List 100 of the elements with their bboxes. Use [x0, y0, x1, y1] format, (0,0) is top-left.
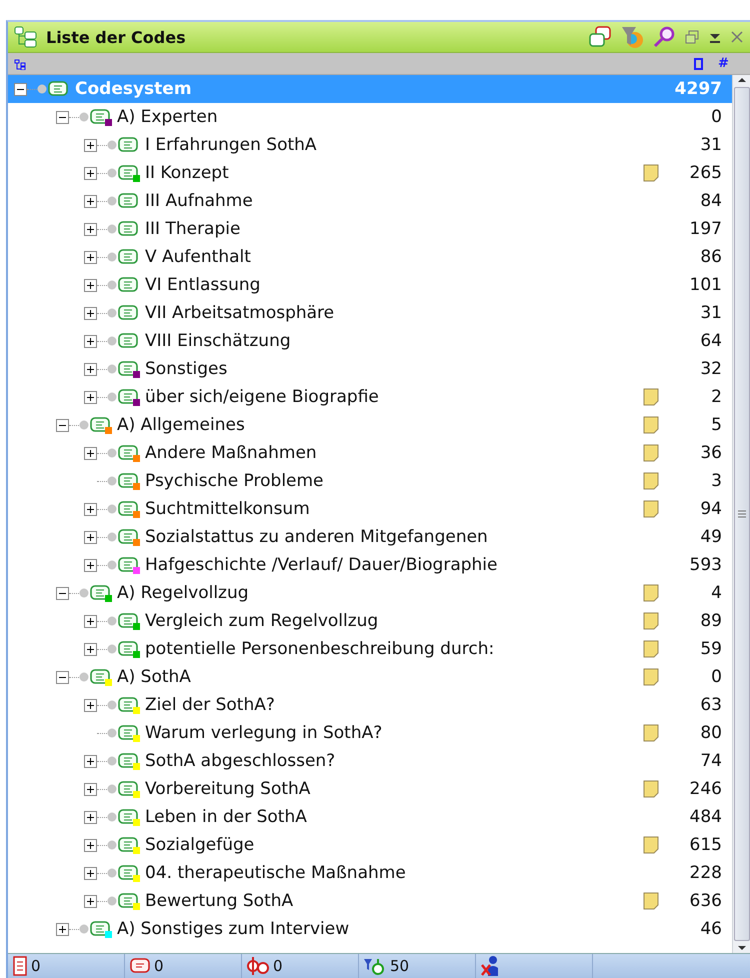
code-count: 49	[699, 527, 722, 547]
expand-icon[interactable]	[84, 558, 97, 572]
bullet-icon	[107, 616, 117, 626]
code-icon	[89, 416, 113, 434]
tree-row[interactable]: Ziel der SothA? 63	[8, 691, 732, 719]
count-column-header[interactable]: #	[718, 56, 744, 71]
tree-row[interactable]: VIII Einschätzung 64	[8, 327, 732, 355]
expand-icon[interactable]	[84, 194, 97, 208]
bullet-icon	[107, 896, 117, 906]
tree-row[interactable]: Vorbereitung SothA 246	[8, 775, 732, 803]
tree-row[interactable]: über sich/eigene Biograpfie 2	[8, 383, 732, 411]
code-label: Ziel der SothA?	[145, 695, 276, 715]
bullet-icon	[107, 336, 117, 346]
code-count: 31	[699, 303, 722, 323]
expand-icon[interactable]	[84, 894, 97, 908]
collapse-icon[interactable]	[56, 586, 69, 600]
bullet-icon	[107, 868, 117, 878]
code-sets-icon[interactable]	[588, 25, 612, 49]
collapse-icon[interactable]	[56, 110, 69, 124]
code-count: 197	[688, 219, 722, 239]
tree-row[interactable]: 04. therapeutische Maßnahme 228	[8, 859, 732, 887]
code-count: 101	[688, 275, 722, 295]
expand-icon[interactable]	[84, 866, 97, 880]
bullet-icon	[107, 560, 117, 570]
tree-row[interactable]: Sonstiges 32	[8, 355, 732, 383]
bullet-icon	[107, 700, 117, 710]
tree-row[interactable]: A) Experten 0	[8, 103, 732, 131]
expand-icon[interactable]	[84, 446, 97, 460]
code-label: III Therapie	[145, 219, 242, 239]
code-count: 4297	[674, 79, 722, 99]
tree-icon[interactable]	[14, 58, 26, 70]
code-count: 4	[710, 583, 722, 603]
expand-icon[interactable]	[84, 698, 97, 712]
code-label: A) Allgemeines	[117, 415, 246, 435]
tree-row[interactable]: VII Arbeitsatmosphäre 31	[8, 299, 732, 327]
expand-icon[interactable]	[84, 614, 97, 628]
tree-row[interactable]: Bewertung SothA 636	[8, 887, 732, 915]
collapse-icon[interactable]	[56, 670, 69, 684]
tree-row[interactable]: III Aufnahme 84	[8, 187, 732, 215]
status-count: 50	[390, 957, 410, 975]
tree-row[interactable]: Andere Maßnahmen 36	[8, 439, 732, 467]
expand-icon[interactable]	[84, 754, 97, 768]
expand-icon[interactable]	[84, 810, 97, 824]
expand-icon[interactable]	[84, 838, 97, 852]
tree-row[interactable]: SothA abgeschlossen? 74	[8, 747, 732, 775]
bullet-icon	[107, 728, 117, 738]
expand-icon[interactable]	[56, 922, 69, 936]
tree-row[interactable]: II Konzept 265	[8, 159, 732, 187]
expand-icon[interactable]	[84, 782, 97, 796]
tree-row[interactable]: A) Regelvollzug 4	[8, 579, 732, 607]
code-icon	[117, 808, 141, 826]
code-count: 0	[710, 667, 722, 687]
close-icon[interactable]	[730, 30, 744, 44]
tree-row[interactable]: III Therapie 197	[8, 215, 732, 243]
search-icon[interactable]	[652, 25, 676, 49]
expand-icon[interactable]	[84, 502, 97, 516]
bullet-icon	[107, 504, 117, 514]
restore-icon[interactable]	[684, 29, 700, 45]
collapse-icon[interactable]	[56, 418, 69, 432]
tree-row[interactable]: V Aufenthalt 86	[8, 243, 732, 271]
expand-icon[interactable]	[84, 334, 97, 348]
scrollbar[interactable]	[732, 75, 750, 953]
expand-icon[interactable]	[84, 530, 97, 544]
tree-row[interactable]: VI Entlassung 101	[8, 271, 732, 299]
code-label: A) Sonstiges zum Interview	[117, 919, 350, 939]
expand-icon[interactable]	[84, 362, 97, 376]
color-filter-icon[interactable]	[620, 25, 644, 49]
collapse-icon[interactable]	[14, 82, 27, 96]
tree-row[interactable]: Sozialgefüge 615	[8, 831, 732, 859]
tree-row[interactable]: Leben in der SothA 484	[8, 803, 732, 831]
expand-icon[interactable]	[84, 306, 97, 320]
bullet-icon	[107, 840, 117, 850]
tree-row[interactable]: A) Allgemeines 5	[8, 411, 732, 439]
status-count: 0	[154, 957, 164, 975]
expand-icon[interactable]	[84, 642, 97, 656]
code-count: 31	[699, 135, 722, 155]
expand-icon[interactable]	[84, 278, 97, 292]
memo-column-icon[interactable]	[694, 58, 704, 70]
expand-icon[interactable]	[84, 222, 97, 236]
tree-row[interactable]: Warum verlegung in SothA? 80	[8, 719, 732, 747]
expand-icon[interactable]	[84, 390, 97, 404]
code-icon	[117, 780, 141, 798]
tree-row[interactable]: Suchtmittelkonsum 94	[8, 495, 732, 523]
tree-row[interactable]: Psychische Probleme 3	[8, 467, 732, 495]
expand-icon[interactable]	[84, 166, 97, 180]
bullet-icon	[107, 224, 117, 234]
tree-row[interactable]: A) Sonstiges zum Interview 46	[8, 915, 732, 943]
tree-row[interactable]: potentielle Personenbeschreibung durch: 59	[8, 635, 732, 663]
tree-row[interactable]: Hafgeschichte /Verlauf/ Dauer/Biographie 593	[8, 551, 732, 579]
tree-row[interactable]: Sozialstattus zu anderen Mitgefangenen 49	[8, 523, 732, 551]
code-label: VI Entlassung	[145, 275, 262, 295]
tree-row[interactable]: Vergleich zum Regelvollzug 89	[8, 607, 732, 635]
code-icon	[117, 444, 141, 462]
expand-icon[interactable]	[84, 138, 97, 152]
code-icon	[117, 528, 141, 546]
code-label: 04. therapeutische Maßnahme	[145, 863, 407, 883]
tree-row[interactable]: A) SothA 0	[8, 663, 732, 691]
expand-icon[interactable]	[84, 250, 97, 264]
tree-row[interactable]: I Erfahrungen SothA 31	[8, 131, 732, 159]
grip-icon[interactable]	[738, 510, 746, 518]
